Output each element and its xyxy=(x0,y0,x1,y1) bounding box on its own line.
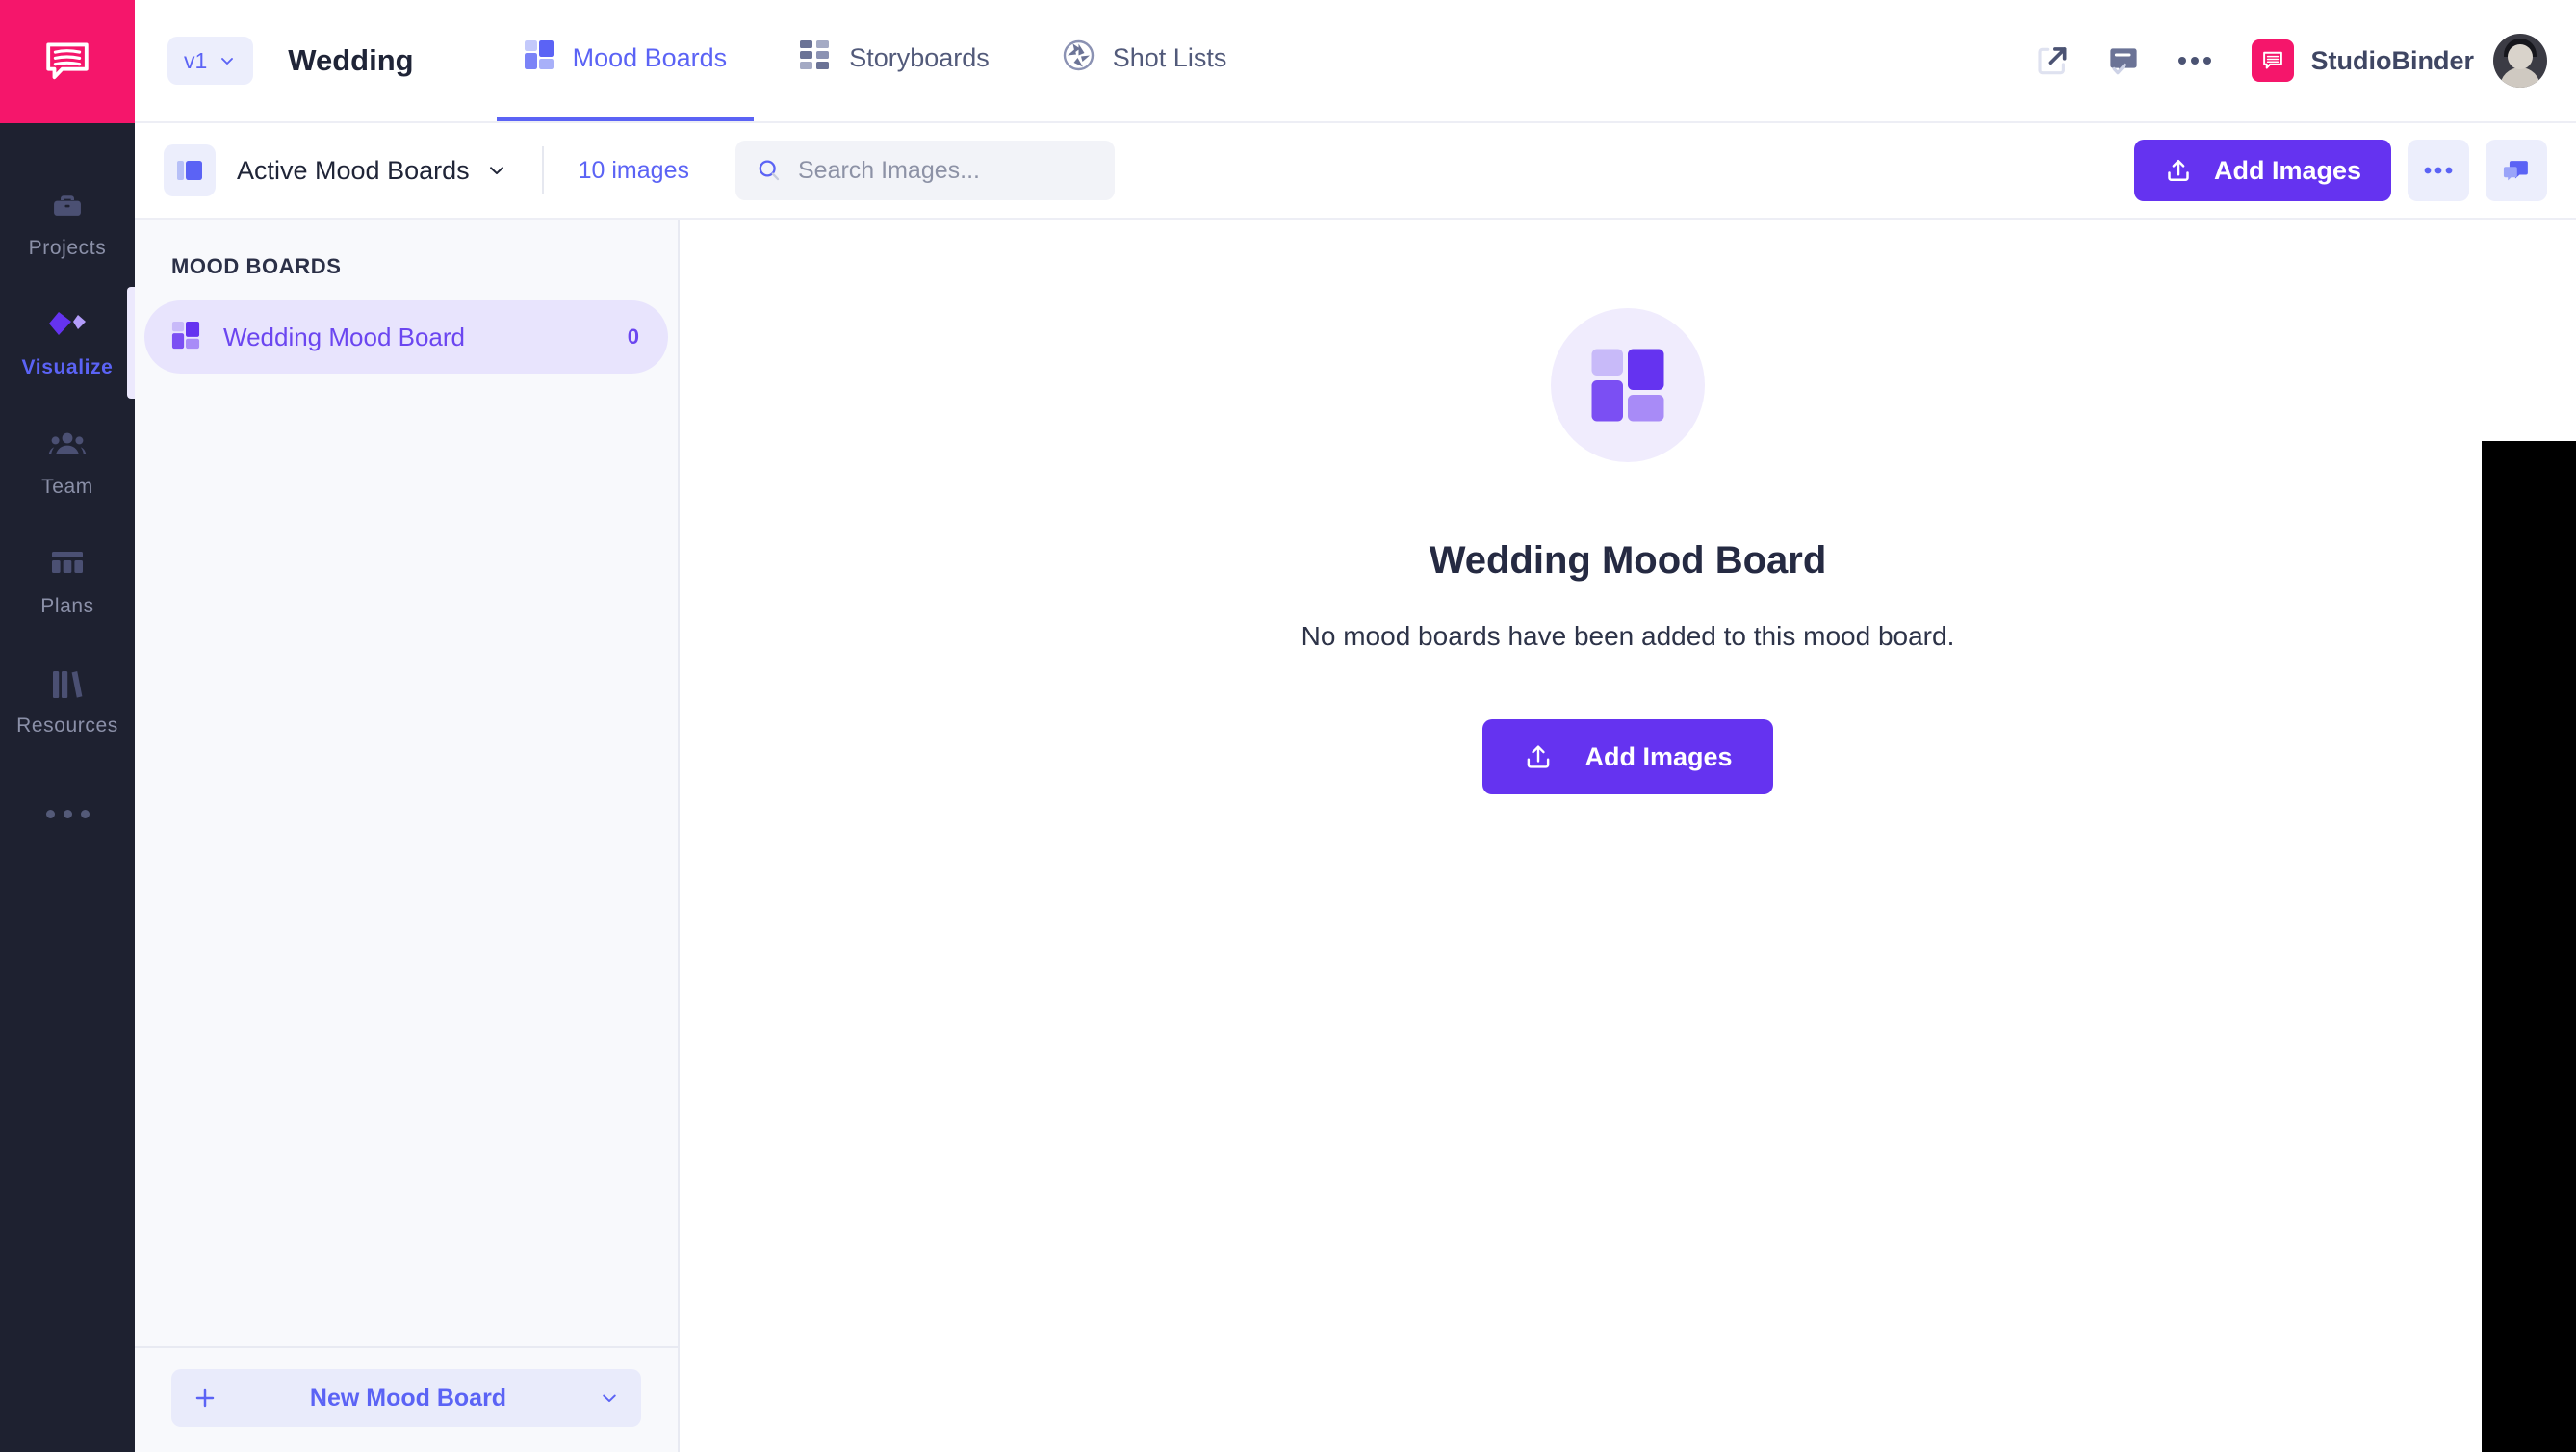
tab-label: Shot Lists xyxy=(1112,43,1227,72)
share-button[interactable] xyxy=(2017,25,2088,96)
ellipsis-dot xyxy=(63,809,72,818)
chevron-down-icon xyxy=(489,167,503,175)
toolbar-divider xyxy=(541,146,544,194)
mood-board-icon xyxy=(524,39,554,77)
new-mood-board-label: New Mood Board xyxy=(309,1384,507,1412)
app-root: Projects Visualize Team Plans Resources … xyxy=(0,0,2576,1452)
primary-nav-rail: Projects Visualize Team Plans Resources xyxy=(0,0,135,1452)
search-icon xyxy=(759,160,780,181)
empty-state: Wedding Mood Board No mood boards have b… xyxy=(1195,308,2061,794)
upload-icon xyxy=(1528,745,1550,768)
mood-boards-footer: New Mood Board xyxy=(135,1346,678,1452)
sidebar-item-team[interactable]: Team xyxy=(0,402,135,522)
sidebar-item-label: Plans xyxy=(40,594,94,617)
plus-icon xyxy=(195,1388,215,1408)
app-logo[interactable] xyxy=(0,0,135,123)
approvals-button[interactable] xyxy=(2088,25,2159,96)
ellipsis-icon xyxy=(2424,167,2453,174)
avatar-body xyxy=(2500,67,2540,88)
sidebar-item-projects[interactable]: Projects xyxy=(0,164,135,283)
mood-board-icon xyxy=(171,321,200,354)
image-count: 10 images xyxy=(578,156,689,184)
comment-icon xyxy=(2503,161,2528,181)
content-toolbar: Active Mood Boards 10 images Search Imag… xyxy=(135,123,2576,220)
version-label: v1 xyxy=(184,47,208,73)
tab-label: Mood Boards xyxy=(572,43,728,72)
list-item[interactable]: Wedding Mood Board 0 xyxy=(144,300,668,374)
speech-bubble-icon xyxy=(2262,51,2282,69)
toolbar-actions: Add Images xyxy=(2133,140,2547,201)
list-item-label: Wedding Mood Board xyxy=(223,322,466,351)
diamonds-icon xyxy=(45,307,90,346)
board-filter-dropdown[interactable]: Active Mood Boards xyxy=(237,156,507,186)
ellipsis-dot xyxy=(80,809,90,818)
list-item-count: 0 xyxy=(627,324,639,349)
page-title: Wedding xyxy=(288,43,414,77)
brand-badge[interactable] xyxy=(2251,39,2294,82)
sidebar-item-visualize[interactable]: Visualize xyxy=(0,283,135,402)
mood-boards-panel: MOOD BOARDS Wedding Mood Board 0 New Moo… xyxy=(135,220,680,1452)
mood-board-canvas: Wedding Mood Board No mood boards have b… xyxy=(680,220,2576,1452)
header-actions: StudioBinder xyxy=(2017,0,2576,121)
empty-state-button-label: Add Images xyxy=(1584,741,1733,771)
sidebar-item-plans[interactable]: Plans xyxy=(0,522,135,641)
sidebar-item-label: Resources xyxy=(16,713,118,737)
books-icon xyxy=(51,665,84,704)
avatar[interactable] xyxy=(2493,34,2547,88)
empty-state-illustration xyxy=(1551,308,1705,462)
sidebar-item-label: Projects xyxy=(28,236,107,259)
empty-state-message: No mood boards have been added to this m… xyxy=(1301,621,1955,651)
comments-button[interactable] xyxy=(2486,140,2547,201)
mood-boards-section-title: MOOD BOARDS xyxy=(171,254,342,278)
mood-boards-list: Wedding Mood Board 0 xyxy=(135,300,678,1346)
calendar-icon xyxy=(50,546,85,584)
share-icon xyxy=(2037,47,2066,75)
toolbar-more-button[interactable] xyxy=(2408,140,2469,201)
version-selector[interactable]: v1 xyxy=(167,37,254,85)
search-input[interactable]: Search Images... xyxy=(734,141,1115,200)
chevron-down-icon xyxy=(603,1394,616,1403)
aperture-icon xyxy=(1063,39,1095,78)
sidebar-item-resources[interactable]: Resources xyxy=(0,641,135,761)
tab-mood-boards[interactable]: Mood Boards xyxy=(496,0,755,121)
mood-board-large-icon xyxy=(1591,349,1664,422)
approval-icon xyxy=(2109,48,2137,75)
upload-icon xyxy=(2168,160,2189,181)
tab-storyboards[interactable]: Storyboards xyxy=(773,0,1017,121)
sidebar-more-button[interactable] xyxy=(0,761,135,867)
chevron-down-icon xyxy=(221,58,234,65)
people-icon xyxy=(48,427,87,465)
avatar-head xyxy=(2508,44,2533,69)
empty-state-add-images-button[interactable]: Add Images xyxy=(1482,719,1773,794)
tab-shot-lists[interactable]: Shot Lists xyxy=(1036,0,1254,121)
add-images-button[interactable]: Add Images xyxy=(2133,140,2391,201)
header-more-button[interactable] xyxy=(2159,25,2230,96)
tab-label: Storyboards xyxy=(849,43,990,72)
rail-item-list: Projects Visualize Team Plans Resources xyxy=(0,123,135,867)
more-icon xyxy=(2177,57,2211,65)
speech-bubble-logo-icon xyxy=(46,42,89,80)
sidebar-item-label: Visualize xyxy=(21,355,114,378)
search-placeholder: Search Images... xyxy=(797,156,980,184)
sidebar-item-label: Team xyxy=(41,475,93,498)
section-tabs: Mood Boards Storyboards Shot Lists xyxy=(496,0,1274,121)
ellipsis-dot xyxy=(45,809,55,818)
storyboard-icon xyxy=(800,40,831,76)
panel-layout-icon xyxy=(177,161,202,180)
new-mood-board-button[interactable]: New Mood Board xyxy=(171,1369,641,1427)
panel-toggle-button[interactable] xyxy=(164,144,216,196)
add-images-label: Add Images xyxy=(2213,155,2361,185)
empty-state-title: Wedding Mood Board xyxy=(1429,539,1827,582)
viewport-dead-area xyxy=(2482,441,2576,1452)
brand-name: StudioBinder xyxy=(2310,45,2475,75)
board-filter-label: Active Mood Boards xyxy=(237,155,470,185)
main-area: v1 Wedding Mood Boards Storyboards Shot … xyxy=(135,0,2576,1452)
app-header: v1 Wedding Mood Boards Storyboards Shot … xyxy=(135,0,2576,123)
briefcase-icon xyxy=(49,188,86,226)
content-body: MOOD BOARDS Wedding Mood Board 0 New Moo… xyxy=(135,220,2576,1452)
